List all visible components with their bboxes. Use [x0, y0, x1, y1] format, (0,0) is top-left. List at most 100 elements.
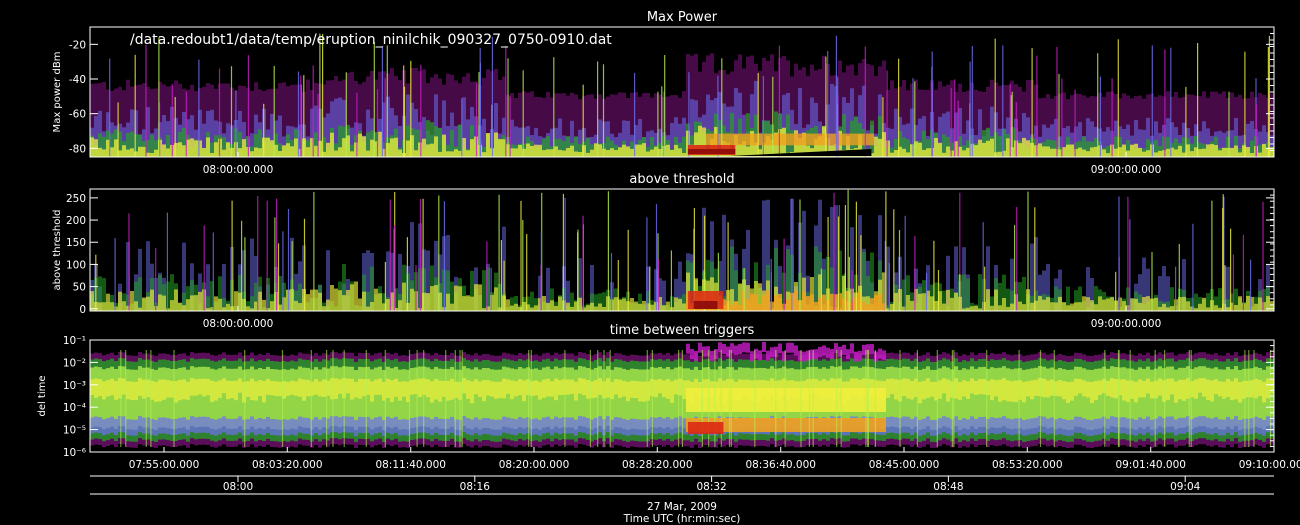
density-cell [874, 136, 878, 157]
density-cell [319, 33, 321, 157]
density-cell [799, 199, 801, 311]
density-cell [1078, 378, 1082, 394]
density-cell [158, 379, 162, 402]
density-cell [790, 388, 794, 412]
density-cell [418, 416, 422, 433]
density-cell [661, 86, 663, 157]
density-cell [762, 418, 766, 432]
density-cell [466, 150, 470, 157]
density-cell [162, 417, 166, 434]
density-cell [494, 419, 498, 436]
density-cell [1082, 149, 1086, 157]
density-cell [503, 260, 505, 311]
density-cell [870, 133, 874, 146]
density-cell [1014, 380, 1018, 403]
density-cell [286, 381, 290, 396]
density-cell [244, 350, 246, 447]
density-cell [906, 295, 910, 311]
density-cell [738, 304, 742, 311]
density-cell [522, 219, 524, 311]
density-cell [1030, 302, 1034, 311]
y-tick-label: 10⁻³ [63, 380, 86, 392]
density-cell [1206, 417, 1210, 434]
density-cell [1130, 144, 1134, 157]
density-cell [270, 419, 274, 435]
y-tick-label: 10⁻⁵ [63, 425, 86, 437]
density-cell [206, 417, 210, 433]
density-cell [858, 418, 862, 432]
density-cell [678, 148, 682, 157]
density-cell [326, 299, 330, 311]
density-cell [334, 378, 338, 400]
density-cell [1178, 417, 1182, 434]
density-cell [1166, 416, 1170, 433]
density-cell [258, 380, 262, 396]
density-cell [415, 265, 417, 311]
density-cell [520, 200, 522, 311]
density-cell [886, 70, 888, 157]
density-cell [426, 379, 430, 398]
density-cell [210, 380, 214, 403]
density-cell [362, 417, 366, 434]
density-cell [125, 350, 127, 447]
density-cell [974, 305, 978, 311]
density-cell [1198, 303, 1202, 311]
density-cell [530, 419, 534, 436]
density-cell [174, 97, 176, 157]
density-cell [454, 419, 458, 436]
density-cell [1078, 147, 1082, 157]
density-cell [1070, 144, 1074, 157]
density-cell [890, 416, 894, 433]
density-cell [266, 378, 270, 395]
density-cell [1010, 303, 1014, 311]
density-cell [234, 418, 238, 435]
density-cell [322, 379, 326, 397]
density-cell [312, 65, 314, 157]
density-cell [594, 306, 598, 311]
density-cell [666, 144, 670, 157]
density-cell [938, 418, 942, 435]
density-cell [885, 191, 887, 311]
density-cell [1174, 419, 1178, 436]
density-cell [122, 145, 126, 157]
density-cell [470, 296, 474, 311]
density-cell [466, 380, 470, 399]
density-cell [734, 388, 738, 412]
density-cell [822, 294, 826, 311]
density-cell [1082, 418, 1086, 435]
density-cell [1270, 301, 1274, 311]
density-cell [1258, 152, 1262, 157]
density-cell [893, 209, 895, 311]
density-cell [726, 133, 730, 146]
density-cell [254, 419, 258, 436]
density-cell [1182, 379, 1186, 401]
density-cell [931, 66, 933, 157]
density-cell [1050, 379, 1054, 396]
density-cell [998, 417, 1002, 434]
density-cell [1127, 196, 1129, 311]
x-tick-label: 08:36:40.000 [745, 459, 816, 471]
density-cell [438, 380, 442, 402]
density-cell [1102, 299, 1106, 311]
density-cell [178, 417, 182, 434]
density-cell [974, 418, 978, 435]
density-cell [106, 418, 110, 435]
density-cell [566, 302, 570, 311]
density-cell [818, 388, 822, 412]
density-cell [1038, 295, 1042, 311]
density-cell [942, 416, 946, 433]
density-cell [274, 217, 276, 311]
density-cell [894, 379, 898, 400]
density-cell [1010, 419, 1014, 436]
density-cell [350, 284, 354, 311]
density-cell [554, 305, 558, 311]
density-cell [459, 350, 461, 447]
density-cell [1266, 378, 1270, 399]
density-cell [833, 192, 835, 311]
density-cell [1026, 419, 1030, 436]
density-cell [1269, 350, 1272, 447]
density-cell [830, 349, 834, 359]
density-cell [1015, 102, 1017, 157]
density-cell [389, 199, 391, 311]
density-cell [1122, 417, 1126, 434]
